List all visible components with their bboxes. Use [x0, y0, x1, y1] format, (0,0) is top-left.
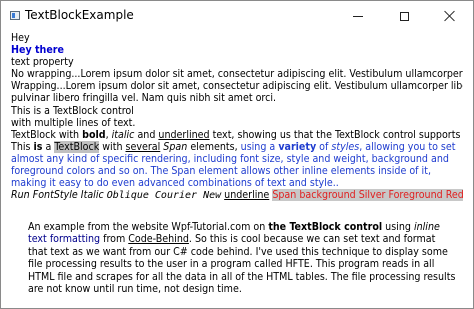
textblock-hey-there: Hey there	[11, 44, 64, 57]
textblock-multiline-2: with multiple lines of text.	[11, 116, 136, 129]
span-blue-italic-styles: styles	[331, 140, 360, 153]
content-area: Hey Hey there text property No wrapping.…	[11, 32, 463, 202]
close-button[interactable]	[427, 1, 473, 31]
run-underline-text: underline	[224, 189, 270, 202]
inline-text: text, showing us that the TextBlock cont…	[212, 128, 463, 141]
span-text: This	[11, 140, 34, 153]
text-formatting-link[interactable]: text formatting	[28, 233, 100, 245]
textblock-multiline-1: This is a TextBlock control	[11, 104, 134, 117]
textblock-wrapping-line-2: pulvinar libero fringilla vel. Nam quis …	[11, 92, 277, 105]
run-silver-red-span: Span background Silver Foreground Red	[272, 189, 463, 202]
textblock-no-wrapping: No wrapping...Lorem ipsum dolor sit amet…	[11, 68, 463, 81]
window-title: TextBlockExample	[25, 8, 134, 22]
run-oblique-courier-text: Oblique Courier New	[106, 190, 222, 202]
span-italic-span: Span	[163, 140, 188, 153]
minimize-button[interactable]	[335, 1, 381, 31]
inline-text: and	[134, 128, 159, 141]
span-text: elements,	[187, 140, 241, 153]
textblock-hyperlink-example: An example from the website Wpf-Tutorial…	[28, 221, 456, 295]
app-icon	[10, 11, 20, 20]
span-blue-part: of	[316, 140, 332, 153]
underlined-text: underlined	[158, 128, 210, 141]
textblock-inline-formatting: TextBlock with bold, italic and underlin…	[11, 129, 463, 141]
title-bar[interactable]: TextBlockExample	[1, 1, 473, 31]
span-blue-bold-variety: variety	[278, 140, 317, 153]
textblock-run-styles: Run FontStyle Italic Oblique Courier New…	[11, 189, 463, 202]
bold-text: bold	[82, 128, 106, 141]
span-highlighted-textblock: TextBlock	[54, 140, 100, 153]
block-text: using	[382, 221, 414, 233]
span-blue-part: using a	[240, 140, 279, 153]
run-italic-text: Run FontStyle Italic	[11, 189, 107, 202]
block-text: from	[100, 233, 129, 246]
textblock-hey: Hey	[11, 32, 30, 44]
block-text: An example from the website Wpf-Tutorial…	[28, 221, 269, 233]
code-behind-link[interactable]: Code-Behind	[128, 233, 189, 245]
block-italic-text: inline	[413, 221, 440, 233]
maximize-button[interactable]	[381, 1, 427, 31]
span-underlined-several: several	[125, 140, 161, 153]
textblock-wrapping-line-1: Wrapping...Lorem ipsum dolor sit amet, c…	[11, 80, 463, 93]
italic-text: italic	[111, 128, 135, 141]
maximize-icon	[399, 11, 409, 21]
textblock-text-property: text property	[11, 56, 74, 69]
span-text: with	[99, 140, 126, 153]
app-window: TextBlockExample Hey Hey there text prop…	[0, 0, 474, 309]
textblock-span-elements: This is a TextBlock with several Span el…	[11, 140, 463, 189]
minimize-icon	[353, 15, 363, 17]
close-icon	[444, 10, 456, 22]
block-bold-text: the TextBlock control	[268, 221, 383, 233]
span-text: a	[42, 140, 55, 153]
inline-text: TextBlock with	[11, 128, 83, 141]
